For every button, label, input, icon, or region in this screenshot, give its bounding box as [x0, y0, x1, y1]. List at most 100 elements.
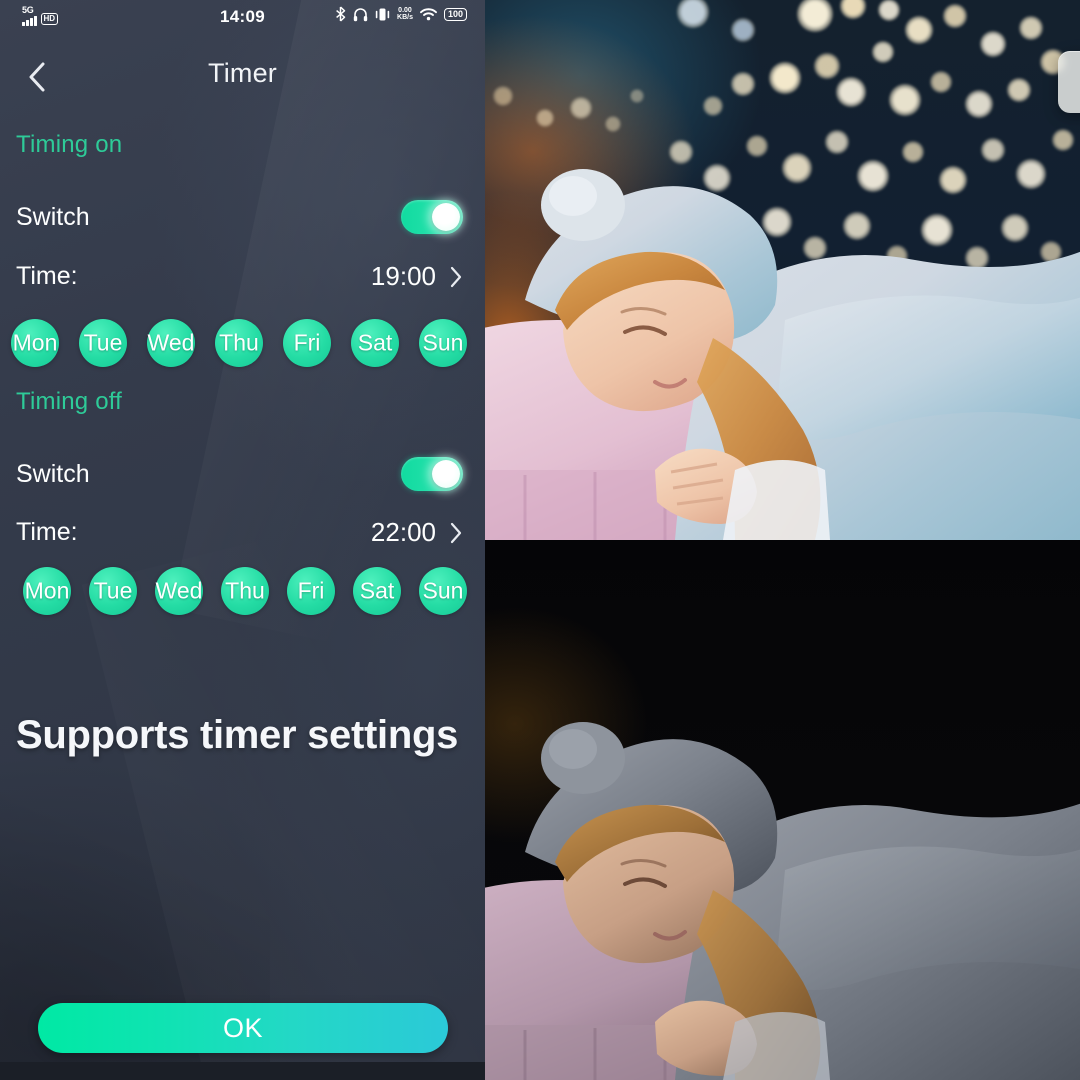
data-rate-indicator: 0.00 KB/s: [397, 7, 413, 21]
day-chip-thu[interactable]: Thu: [221, 567, 269, 615]
bokeh-light: [923, 286, 951, 314]
day-chip-sun[interactable]: Sun: [419, 567, 467, 615]
sleeping-child-illustration: [485, 169, 1080, 540]
bokeh-light: [843, 212, 871, 240]
timing-off-switch-toggle[interactable]: [401, 457, 463, 491]
day-chip-tue[interactable]: Tue: [89, 567, 137, 615]
headline-text: Supports timer settings: [16, 713, 459, 757]
photo-lights-off: 22:00 ------- Timing OFF: [485, 540, 1080, 1080]
bokeh-light: [731, 72, 755, 96]
bokeh-light: [726, 241, 748, 263]
day-chip-tue[interactable]: Tue: [79, 319, 127, 367]
timing-off-time-value-group: 22:00: [371, 517, 463, 548]
christmas-bokeh-lights: [485, 0, 1080, 540]
day-chip-wed[interactable]: Wed: [155, 567, 203, 615]
bokeh-light: [1019, 16, 1043, 40]
day-chip-label: Thu: [219, 329, 259, 356]
chevron-right-icon[interactable]: [450, 266, 463, 288]
bokeh-light: [677, 0, 709, 28]
battery-icon: 100: [443, 7, 467, 21]
bokeh-light: [995, 362, 1015, 382]
bokeh-light: [703, 164, 731, 192]
day-chip-label: Sun: [422, 577, 464, 604]
timing-off-section-title: Timing off: [16, 388, 123, 415]
day-chip-label: Wed: [147, 329, 195, 356]
bokeh-light: [921, 214, 953, 246]
bokeh-light: [686, 215, 712, 241]
bokeh-light: [840, 0, 866, 19]
timing-on-switch-label: Switch: [16, 202, 90, 231]
day-chip-label: Mon: [12, 329, 58, 356]
status-bar-right: 0.00 KB/s 100: [335, 6, 467, 22]
nav-bar: Timer: [0, 48, 485, 104]
bokeh-light: [1052, 129, 1074, 151]
bokeh-light: [892, 355, 914, 377]
day-chip-fri[interactable]: Fri: [287, 567, 335, 615]
bokeh-light: [902, 141, 924, 163]
vibrate-icon: [375, 8, 390, 20]
home-indicator-bar: [0, 1062, 485, 1080]
day-chip-sun[interactable]: Sun: [419, 319, 467, 367]
bokeh-light: [980, 313, 1002, 335]
bokeh-light: [630, 89, 644, 103]
day-chip-mon[interactable]: Mon: [11, 319, 59, 367]
bokeh-light: [746, 135, 768, 157]
bokeh-light: [803, 236, 827, 260]
day-chip-label: Sat: [357, 329, 393, 356]
day-chip-label: Sun: [422, 329, 464, 356]
bokeh-light: [570, 97, 592, 119]
bokeh-light: [965, 90, 993, 118]
bokeh-light: [905, 16, 933, 44]
day-chip-label: Mon: [24, 577, 70, 604]
bokeh-light: [980, 31, 1006, 57]
bokeh-light: [872, 41, 894, 63]
bluetooth-icon: [336, 6, 346, 22]
day-chip-fri[interactable]: Fri: [283, 319, 331, 367]
bokeh-light: [782, 153, 812, 183]
toggle-knob: [432, 203, 460, 231]
bokeh-light: [669, 140, 693, 164]
bokeh-light: [765, 306, 785, 326]
day-chip-label: Fri: [293, 329, 321, 356]
bokeh-light: [886, 245, 908, 267]
bokeh-light: [769, 62, 801, 94]
bokeh-light: [814, 53, 840, 79]
bokeh-light: [731, 18, 755, 42]
day-chip-thu[interactable]: Thu: [215, 319, 263, 367]
bokeh-light: [1001, 214, 1029, 242]
bokeh-light: [942, 339, 968, 365]
timing-on-switch-row[interactable]: Switch: [16, 200, 463, 234]
badge-timing-on[interactable]: 19:00 ------- Timing ON: [1058, 51, 1080, 113]
timing-on-switch-toggle[interactable]: [401, 200, 463, 234]
day-chip-mon[interactable]: Mon: [23, 567, 71, 615]
bokeh-light: [981, 138, 1005, 162]
day-chip-wed[interactable]: Wed: [147, 319, 195, 367]
timing-on-time-value: 19:00: [370, 261, 436, 291]
chevron-right-icon[interactable]: [450, 522, 463, 544]
wifi-icon: [420, 7, 437, 20]
timing-on-time-label: Time:: [16, 262, 78, 290]
bokeh-light: [965, 246, 989, 270]
ok-button[interactable]: OK: [38, 1003, 448, 1053]
sleeping-child-illustration-dark: [485, 722, 1080, 1080]
timing-off-switch-row[interactable]: Switch: [16, 457, 463, 491]
day-chip-sat[interactable]: Sat: [353, 567, 401, 615]
bokeh-light: [1040, 241, 1062, 263]
day-chip-label: Wed: [155, 577, 203, 604]
bokeh-light: [825, 130, 849, 154]
page-title: Timer: [208, 58, 277, 88]
day-chip-label: Sat: [359, 577, 395, 604]
bokeh-light: [930, 71, 952, 93]
timing-on-time-row[interactable]: Time: 19:00: [16, 261, 463, 292]
bokeh-light: [857, 160, 889, 192]
toggle-knob: [432, 460, 460, 488]
background-sheen: [81, 473, 485, 1080]
timing-off-time-row[interactable]: Time: 22:00: [16, 517, 463, 548]
bokeh-light: [797, 0, 833, 32]
day-chip-sat[interactable]: Sat: [351, 319, 399, 367]
bokeh-light: [889, 84, 921, 116]
timing-on-day-chips: Mon Tue Wed Thu Fri Sat Sun: [11, 319, 467, 367]
screenshot-root: 5G HD 14:09 0.00 KB/s 100 Timer Timing o…: [0, 0, 1080, 1080]
bokeh-light: [943, 4, 967, 28]
headphones-icon: [353, 7, 368, 21]
